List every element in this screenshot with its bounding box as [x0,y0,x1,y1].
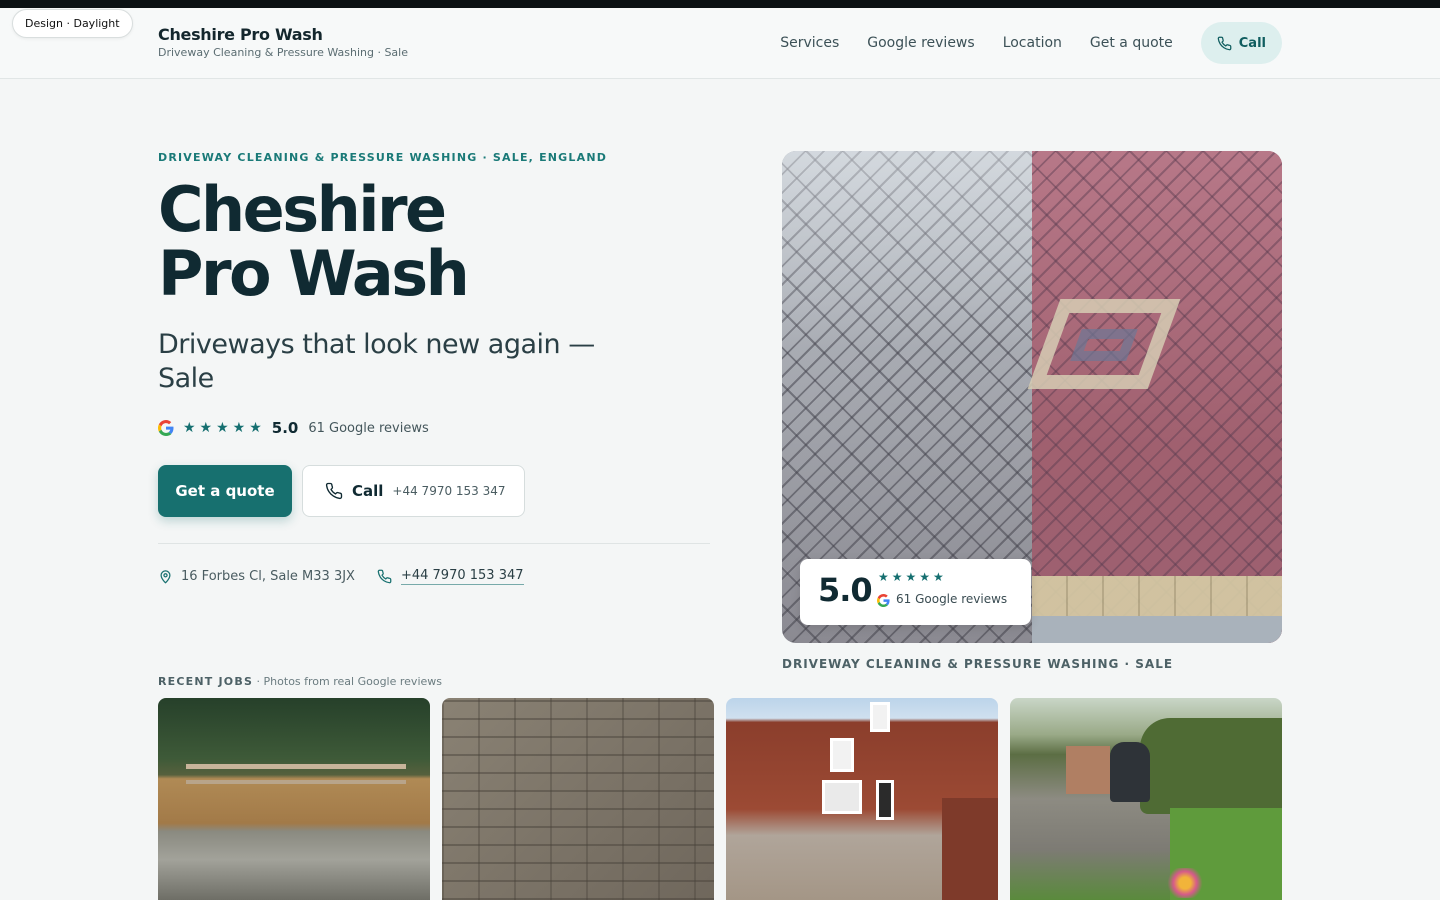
phone-icon [377,569,392,583]
call-button-label: Call [352,482,384,500]
bbq-cover [1110,742,1150,802]
nav-call-label: Call [1238,35,1266,51]
hero-divider [158,543,710,544]
nav-google-reviews[interactable]: Google reviews [867,22,974,64]
recent-jobs-heading: RECENT JOBS · Photos from real Google re… [158,670,442,689]
house-door [876,780,894,820]
nav-call-button[interactable]: Call [1200,22,1282,64]
hero-eyebrow: DRIVEWAY CLEANING & PRESSURE WASHING · S… [158,151,608,164]
garden-shed [1066,746,1110,794]
job-photo-decking[interactable] [158,698,430,900]
recent-jobs-subtitle: · Photos from real Google reviews [253,675,442,688]
decking-rail [186,764,406,769]
nav-get-a-quote[interactable]: Get a quote [1090,22,1173,64]
address-text[interactable]: 16 Forbes Cl, Sale M33 3JX [181,569,355,584]
paving-pattern-inner [1070,329,1138,361]
brand-subtitle: Driveway Cleaning & Pressure Washing · S… [158,46,408,59]
google-logo-icon [877,594,890,607]
phone-link[interactable]: +44 7970 153 347 [400,568,524,585]
nav-services[interactable]: Services [780,22,839,64]
hero-title-line1: Cheshire [158,173,447,246]
hero-title-line2: Pro Wash [158,237,470,310]
call-button-number: +44 7970 153 347 [392,484,506,498]
phone-icon [1217,36,1232,50]
photo-rating-value: 5.0 [818,571,873,609]
photo-rating-stars: ★★★★★ [878,570,947,584]
hero-subtitle: Driveways that look new again — Sale [158,329,595,394]
recent-jobs-title: RECENT JOBS [158,675,254,688]
site-header: Cheshire Pro Wash Driveway Cleaning & Pr… [0,8,1440,79]
photo-after-half [1027,151,1282,643]
photo-rating-card[interactable]: 5.0 ★★★★★ 61 Google reviews [800,559,1031,625]
brand-name: Cheshire Pro Wash [158,25,323,44]
contact-row: 16 Forbes Cl, Sale M33 3JX +44 7970 153 … [158,566,524,586]
rating-stars: ★★★★★ [183,420,266,436]
house-window [830,738,854,772]
photo-rating-count: 61 Google reviews [896,592,1008,606]
job-photo-block-paving[interactable] [442,698,714,900]
top-strip [0,0,1440,8]
photo-caption: DRIVEWAY CLEANING & PRESSURE WASHING · S… [782,657,1174,671]
main-nav: Services Google reviews Location Get a q… [780,22,1282,64]
garden-hedge [1140,718,1282,814]
google-logo-icon [158,420,174,436]
job-photo-garden-patio[interactable] [1010,698,1282,900]
hero-rating[interactable]: ★★★★★ 5.0 61 Google reviews [158,417,429,439]
photo-bottom-strip [1032,616,1282,643]
garden-wall [942,798,998,900]
garden-flowers [1160,868,1210,898]
decking-rail [186,780,406,784]
phone-icon [325,482,343,500]
call-button[interactable]: Call +44 7970 153 347 [302,465,525,517]
photo-kerb [1032,576,1282,616]
get-a-quote-button[interactable]: Get a quote [158,465,292,517]
house-window [870,702,890,732]
house-bay-window [822,780,862,814]
rating-value: 5.0 [271,419,299,437]
brand[interactable]: Cheshire Pro Wash Driveway Cleaning & Pr… [158,25,408,59]
design-mode-badge[interactable]: Design · Daylight [12,9,133,38]
hero-title: Cheshire Pro Wash [158,178,718,306]
location-pin-icon [160,569,171,583]
rating-count: 61 Google reviews [308,420,429,436]
nav-location[interactable]: Location [1003,22,1062,64]
job-photo-house-driveway[interactable] [726,698,998,900]
